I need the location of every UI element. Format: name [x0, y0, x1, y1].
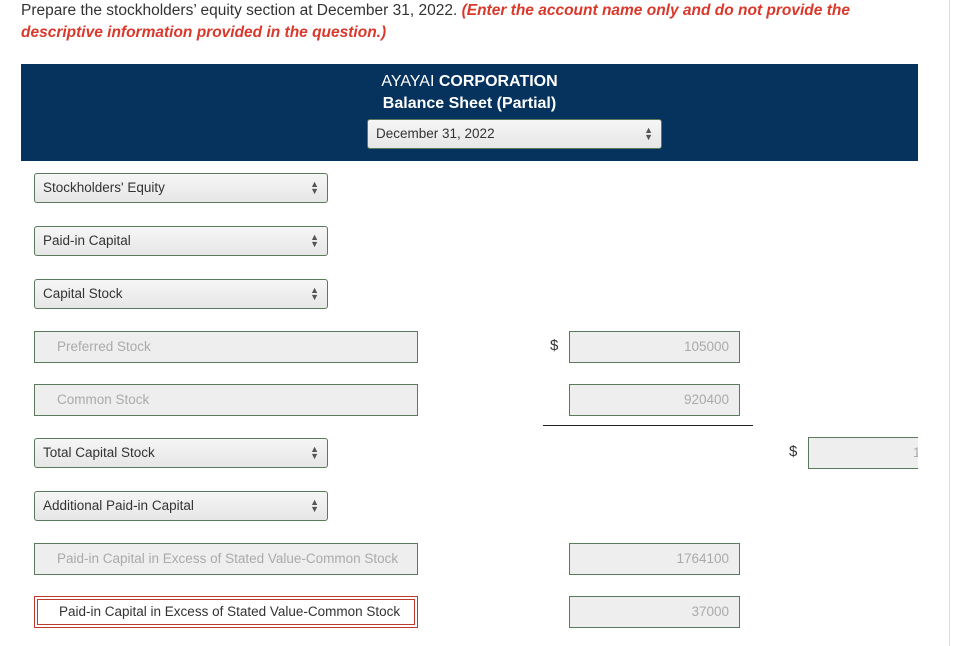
account-input-preferred-stock[interactable]: Preferred Stock: [34, 331, 418, 363]
select-arrows-icon: ▲ ▼: [310, 497, 319, 514]
date-select[interactable]: December 31, 2022 ▲ ▼: [367, 119, 662, 149]
select-value: Capital Stock: [43, 286, 123, 301]
row-select-paid-in-capital[interactable]: Paid-in Capital ▲ ▼: [34, 226, 328, 256]
account-input-excess-stated-value-error[interactable]: Paid-in Capital in Excess of Stated Valu…: [34, 596, 418, 628]
currency-symbol: $: [789, 443, 798, 460]
select-arrows-icon: ▲ ▼: [310, 179, 319, 196]
amount-input-common-stock[interactable]: 920400: [569, 384, 740, 416]
date-select-value: December 31, 2022: [376, 126, 495, 141]
select-value: Stockholders' Equity: [43, 180, 165, 195]
statement-header: AYAYAI CORPORATION Balance Sheet (Partia…: [21, 64, 918, 161]
instruction-text: Prepare the stockholders’ equity section…: [21, 2, 462, 19]
select-arrows-icon: ▲ ▼: [310, 232, 319, 249]
company-name: AYAYAI CORPORATION: [21, 73, 918, 91]
amount-input-excess-stated-value-2[interactable]: 37000: [569, 596, 740, 628]
amount-value: 1: [913, 445, 918, 460]
statement-title: Balance Sheet (Partial): [382, 95, 557, 112]
amount-input-excess-stated-value[interactable]: 1764100: [569, 543, 740, 575]
amount-input-total-capital-stock[interactable]: 1: [808, 437, 918, 469]
company-prefix: AYAYAI: [381, 73, 439, 90]
select-arrows-icon: ▲ ▼: [310, 285, 319, 302]
account-input-excess-stated-value[interactable]: Paid-in Capital in Excess of Stated Valu…: [34, 543, 418, 575]
account-input-common-stock[interactable]: Common Stock: [34, 384, 418, 416]
row-select-stockholders-equity[interactable]: Stockholders' Equity ▲ ▼: [34, 173, 328, 203]
subtotal-rule: [543, 425, 753, 426]
amount-clip: 1: [808, 437, 918, 469]
select-value: Additional Paid-in Capital: [43, 498, 194, 513]
currency-symbol: $: [550, 337, 559, 354]
select-value: Paid-in Capital: [43, 233, 131, 248]
amount-input-preferred-stock[interactable]: 105000: [569, 331, 740, 363]
row-select-total-capital-stock[interactable]: Total Capital Stock ▲ ▼: [34, 438, 328, 468]
select-value: Total Capital Stock: [43, 445, 155, 460]
select-arrows-icon: ▲ ▼: [644, 125, 653, 142]
instructions: Prepare the stockholders’ equity section…: [21, 0, 901, 44]
page-edge-divider: [949, 0, 950, 646]
row-select-capital-stock[interactable]: Capital Stock ▲ ▼: [34, 279, 328, 309]
select-arrows-icon: ▲ ▼: [310, 444, 319, 461]
row-select-additional-paid-in-capital[interactable]: Additional Paid-in Capital ▲ ▼: [34, 491, 328, 521]
company-suffix: CORPORATION: [438, 73, 558, 90]
